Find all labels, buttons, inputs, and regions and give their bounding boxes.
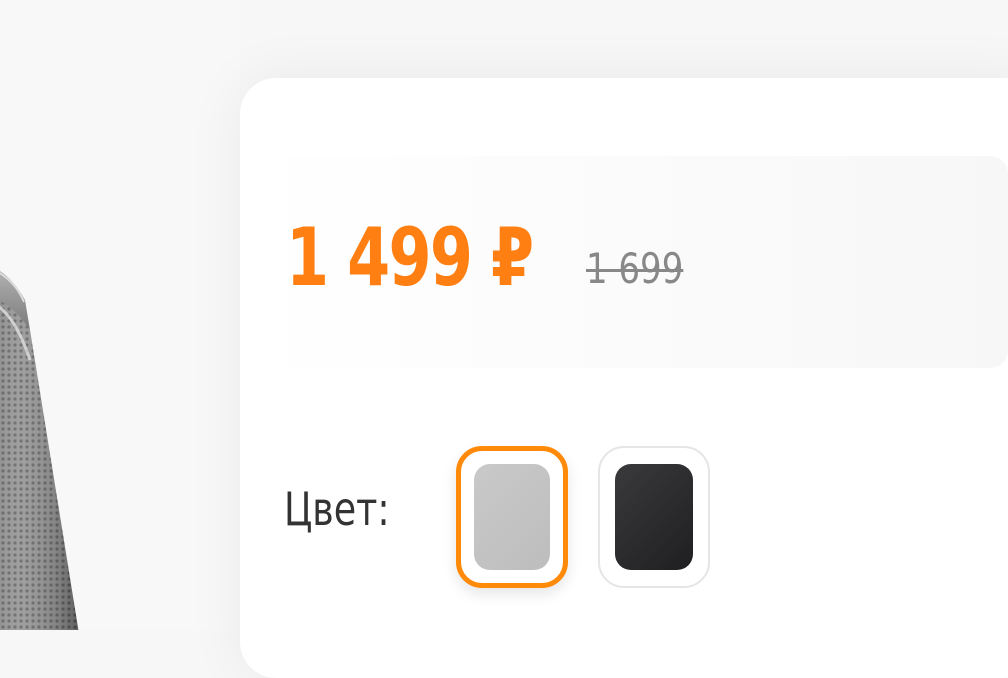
price-block: 1 499 ₽ 1 699 [248,156,1008,368]
product-image [0,0,240,630]
color-swatch-black[interactable] [598,446,710,588]
product-card: 1 499 ₽ 1 699 Цвет: [240,78,1008,678]
color-swatch-silver[interactable] [456,446,568,588]
current-price: 1 499 ₽ [286,211,534,304]
swatch-fill-black [615,464,693,570]
old-price: 1 699 [586,244,684,293]
speaker-icon [0,271,79,630]
swatch-fill-silver [474,464,550,570]
color-label: Цвет: [284,482,390,536]
